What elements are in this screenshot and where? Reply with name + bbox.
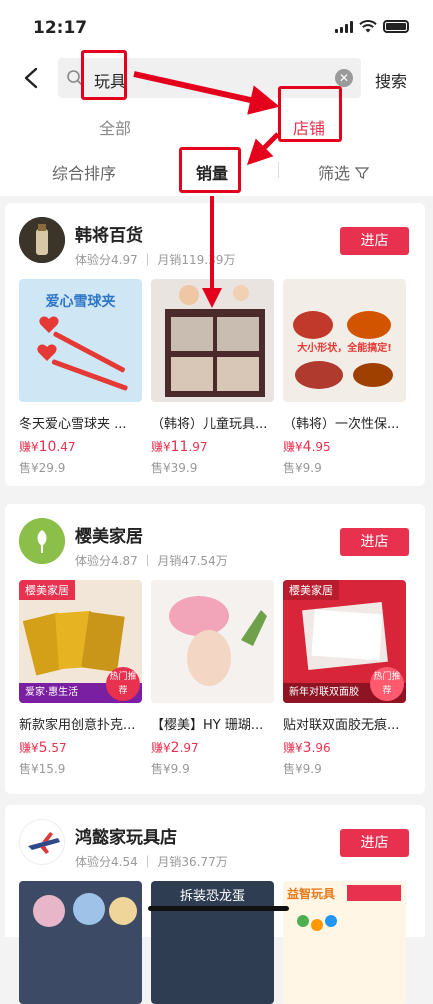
store-meta: 体验分4.97 ｜ 月销119.39万 (75, 253, 236, 267)
product-title: 【樱美】HY 珊瑚... (151, 718, 264, 733)
product-price: 售¥9.9 (283, 762, 322, 776)
product-card[interactable]: 【樱美】HY 珊瑚... 赚¥2.97 售¥9.9 (151, 580, 274, 777)
highlight-shops-tab (278, 86, 342, 142)
highlight-search-query (81, 50, 127, 100)
enter-store-button[interactable]: 进店 (340, 528, 409, 556)
product-image[interactable] (19, 881, 142, 1004)
product-image[interactable] (151, 580, 274, 703)
status-bar: 12:17 (0, 0, 433, 56)
product-image[interactable]: 益智玩具 (283, 881, 406, 1004)
product-earn: 赚¥2.97 (151, 740, 199, 756)
product-earn: 赚¥5.57 (19, 740, 67, 756)
store-avatar[interactable] (19, 518, 65, 564)
product-image[interactable]: 爱心雪球夹 (19, 279, 142, 402)
hot-badge: 热门推荐 (370, 667, 404, 701)
product-price: 售¥9.9 (151, 762, 190, 776)
product-title: （韩将）一次性保... (283, 417, 400, 432)
sort-comprehensive[interactable]: 综合排序 (52, 160, 116, 184)
store-meta: 体验分4.87 ｜ 月销47.54万 (75, 554, 228, 568)
battery-icon (383, 20, 409, 33)
store-card: 韩将百货 体验分4.97 ｜ 月销119.39万 进店 爱心雪球夹 冬天爱心雪球… (5, 203, 425, 486)
store-name[interactable]: 韩将百货 (75, 221, 143, 246)
product-earn: 赚¥10.47 (19, 439, 76, 455)
filter-icon (354, 167, 370, 179)
product-image[interactable] (151, 279, 274, 402)
product-image[interactable]: 樱美家居 爱家·惠生活 热门推荐 (19, 580, 142, 703)
product-card[interactable]: 大小形状，全能搞定! （韩将）一次性保... 赚¥4.95 售¥9.9 (283, 279, 406, 476)
wifi-icon (359, 20, 377, 33)
store-card: 鸿懿家玩具店 体验分4.54 ｜ 月销36.77万 进店 拆装恐龙蛋 益智玩具 (5, 805, 425, 1004)
product-earn: 赚¥11.97 (151, 439, 208, 455)
enter-store-button[interactable]: 进店 (340, 227, 409, 255)
image-caption: 拆装恐龙蛋 (179, 889, 245, 904)
store-avatar[interactable] (19, 819, 65, 865)
product-title: （韩将）儿童玩具... (151, 417, 268, 432)
store-avatar[interactable] (19, 217, 65, 263)
product-image[interactable]: 拆装恐龙蛋 (151, 881, 274, 1004)
product-price: 售¥39.9 (151, 461, 198, 475)
product-earn: 赚¥4.95 (283, 439, 331, 455)
tab-all[interactable]: 全部 (99, 115, 131, 139)
home-indicator (148, 906, 289, 911)
product-card[interactable]: （韩将）儿童玩具... 赚¥11.97 售¥39.9 (151, 279, 274, 476)
product-image[interactable]: 大小形状，全能搞定! (283, 279, 406, 402)
sort-filter[interactable]: 筛选 (318, 160, 370, 184)
product-earn: 赚¥3.96 (283, 740, 331, 756)
product-card[interactable]: 拆装恐龙蛋 (151, 881, 274, 1004)
product-card[interactable]: 益智玩具 (283, 881, 406, 1004)
product-title: 贴对联双面胶无痕... (283, 718, 400, 733)
back-icon[interactable] (20, 66, 44, 90)
store-meta: 体验分4.54 ｜ 月销36.77万 (75, 855, 228, 869)
signal-icon (335, 20, 353, 33)
product-price: 售¥9.9 (283, 461, 322, 475)
clock: 12:17 (33, 18, 88, 38)
store-name[interactable]: 樱美家居 (75, 522, 143, 547)
product-price: 售¥29.9 (19, 461, 66, 475)
product-image[interactable]: 樱美家居 新年对联双面胶 热门推荐 (283, 580, 406, 703)
highlight-sales-sort (179, 147, 241, 193)
product-price: 售¥15.9 (19, 762, 66, 776)
product-card[interactable]: 樱美家居 爱家·惠生活 热门推荐 新款家用创意扑克... 赚¥5.57 售¥15… (19, 580, 142, 777)
enter-store-button[interactable]: 进店 (340, 829, 409, 857)
product-title: 新款家用创意扑克... (19, 718, 136, 733)
store-card: 樱美家居 体验分4.87 ｜ 月销47.54万 进店 樱美家居 爱家·惠生活 热… (5, 504, 425, 794)
sort-divider (278, 162, 279, 178)
store-name[interactable]: 鸿懿家玩具店 (75, 823, 177, 848)
product-title: 冬天爱心雪球夹 ... (19, 417, 127, 432)
clear-icon[interactable]: ✕ (335, 69, 353, 87)
product-card[interactable]: 樱美家居 新年对联双面胶 热门推荐 贴对联双面胶无痕... 赚¥3.96 售¥9… (283, 580, 406, 777)
search-button[interactable]: 搜索 (375, 68, 407, 92)
filter-label: 筛选 (318, 164, 351, 183)
image-caption: 大小形状，全能搞定! (297, 343, 392, 354)
product-card[interactable]: 爱心雪球夹 冬天爱心雪球夹 ... 赚¥10.47 售¥29.9 (19, 279, 142, 476)
hot-badge: 热门推荐 (106, 667, 140, 701)
product-card[interactable] (19, 881, 142, 1004)
